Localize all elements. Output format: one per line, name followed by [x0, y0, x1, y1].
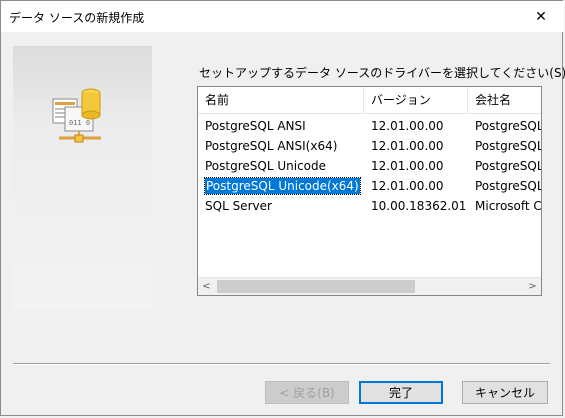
driver-company: PostgreSQL Global Development Group: [475, 159, 542, 173]
close-button[interactable]: ✕: [518, 1, 564, 32]
driver-select-prompt: セットアップするデータ ソースのドライバーを選択してください(S): [199, 66, 565, 80]
driver-company: Microsoft Corporation: [475, 199, 542, 213]
column-header-version[interactable]: バージョン: [364, 87, 468, 113]
column-header-name[interactable]: 名前: [198, 87, 364, 113]
close-icon: ✕: [535, 8, 547, 25]
driver-row[interactable]: PostgreSQL ANSI 12.01.00.00 PostgreSQL G…: [198, 116, 541, 136]
cancel-button[interactable]: キャンセル: [462, 381, 548, 404]
driver-name: PostgreSQL Unicode(x64): [204, 177, 361, 195]
wizard-side-panel: 011 0: [13, 46, 152, 309]
driver-version: 12.01.00.00: [371, 179, 444, 193]
chevron-right-icon: >: [528, 281, 537, 292]
horizontal-scrollbar[interactable]: < >: [198, 277, 541, 295]
driver-row[interactable]: PostgreSQL Unicode 12.01.00.00 PostgreSQ…: [198, 156, 541, 176]
driver-name: PostgreSQL Unicode: [205, 159, 327, 173]
driver-name: SQL Server: [205, 199, 272, 213]
driver-row[interactable]: PostgreSQL ANSI(x64) 12.01.00.00 Postgre…: [198, 136, 541, 156]
driver-name: PostgreSQL ANSI(x64): [205, 139, 338, 153]
driver-company: PostgreSQL Global Development Group: [475, 139, 542, 153]
button-separator: [13, 363, 550, 365]
svg-text:011 0: 011 0: [69, 119, 90, 127]
column-header-company[interactable]: 会社名: [468, 87, 541, 113]
back-button[interactable]: < 戻る(B): [265, 381, 349, 404]
driver-row-selected[interactable]: PostgreSQL Unicode(x64) 12.01.00.00 Post…: [198, 176, 541, 196]
driver-version: 12.01.00.00: [371, 139, 444, 153]
driver-name: PostgreSQL ANSI: [205, 119, 306, 133]
chevron-left-icon: <: [202, 281, 211, 292]
driver-version: 12.01.00.00: [371, 119, 444, 133]
driver-list-header: 名前 バージョン 会社名: [198, 87, 541, 114]
window-title: データ ソースの新規作成: [9, 11, 145, 25]
finish-button[interactable]: 完了: [359, 381, 443, 404]
driver-company: PostgreSQL Global Development Group: [475, 119, 542, 133]
scroll-left-button[interactable]: <: [198, 278, 215, 295]
title-bar: データ ソースの新規作成 ✕: [1, 1, 564, 32]
driver-list[interactable]: 名前 バージョン 会社名 PostgreSQL ANSI 12.01.00.00…: [197, 86, 542, 296]
scroll-right-button[interactable]: >: [524, 278, 541, 295]
new-data-source-dialog: データ ソースの新規作成 ✕ 011 0 セットアップするデータ ソースのドライ…: [0, 0, 565, 416]
driver-company: PostgreSQL Global Development Group: [475, 179, 542, 193]
odbc-data-source-icon: 011 0: [51, 81, 107, 145]
scrollbar-thumb[interactable]: [217, 280, 415, 293]
driver-list-rows: PostgreSQL ANSI 12.01.00.00 PostgreSQL G…: [198, 116, 541, 216]
driver-version: 12.01.00.00: [371, 159, 444, 173]
driver-row[interactable]: SQL Server 10.00.18362.01 Microsoft Corp…: [198, 196, 541, 216]
driver-version: 10.00.18362.01: [371, 199, 467, 213]
